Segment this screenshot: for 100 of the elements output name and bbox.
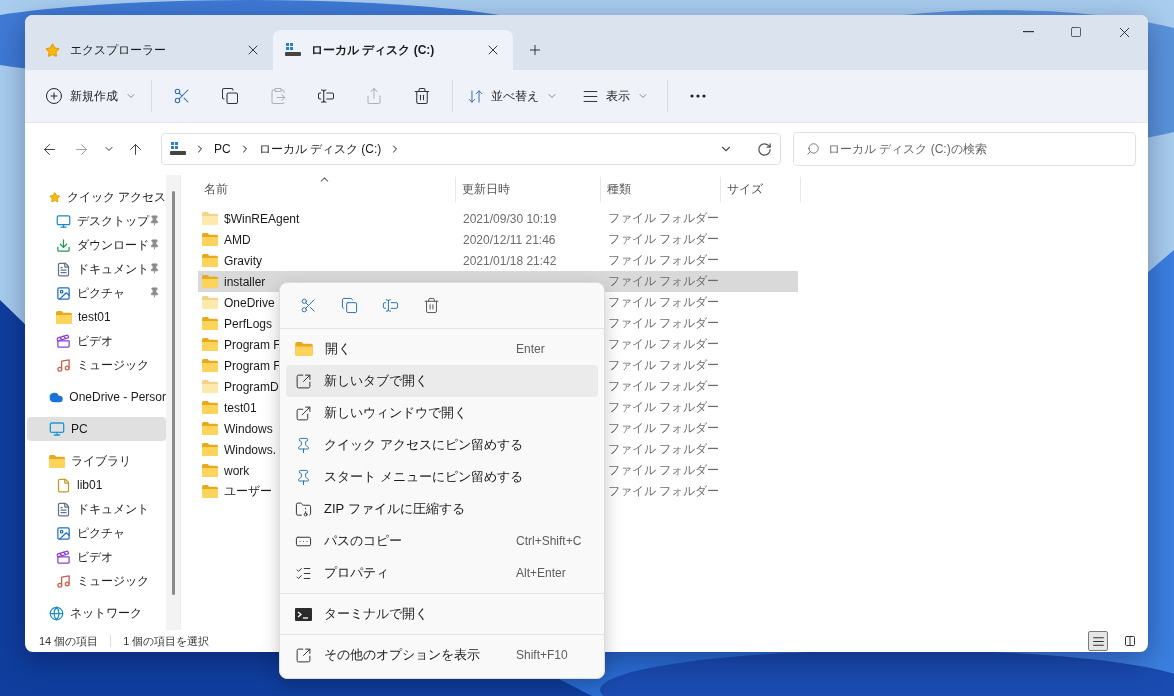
delete-icon <box>413 87 431 105</box>
sidebar-item[interactable]: test01 <box>27 305 166 329</box>
new-window-icon <box>295 404 312 422</box>
file-type: ファイル フォルダー <box>607 420 721 437</box>
sidebar-item[interactable]: デスクトップ <box>27 209 166 233</box>
sidebar-item[interactable]: クイック アクセス <box>27 185 166 209</box>
network-icon <box>49 605 64 621</box>
file-icon <box>56 477 71 493</box>
menu-item[interactable]: その他のオプションを表示 Shift+F10 <box>286 639 598 671</box>
sidebar-item[interactable]: ミュージック <box>27 569 166 593</box>
file-name: PerfLogs <box>224 316 273 331</box>
maximize-icon <box>1070 26 1082 38</box>
menu-item[interactable]: スタート メニューにピン留めする <box>286 461 598 493</box>
sidebar-item[interactable]: ピクチャ <box>27 521 166 545</box>
file-name: Windows. <box>224 442 276 457</box>
star-icon <box>45 42 60 58</box>
picture-icon <box>56 525 71 541</box>
music-icon <box>56 357 71 373</box>
breadcrumb[interactable]: PC <box>214 142 231 156</box>
sidebar-item[interactable]: ビデオ <box>27 329 166 353</box>
column-header[interactable]: 名前 <box>198 177 456 202</box>
share-icon <box>365 87 383 105</box>
file-name: AMD <box>224 232 251 247</box>
column-header[interactable]: 種類 <box>601 177 721 202</box>
sidebar-item[interactable]: ライブラリ <box>27 449 166 473</box>
breadcrumb[interactable]: ローカル ディスク (C:) <box>258 140 382 158</box>
cut-icon <box>173 87 191 105</box>
delete-icon <box>423 297 440 314</box>
drive-icon <box>285 43 301 57</box>
terminal-icon <box>295 607 312 621</box>
menu-item[interactable]: プロパティ Alt+Enter <box>286 557 598 589</box>
file-type: ファイル フォルダー <box>607 252 721 269</box>
menu-item[interactable]: 新しいウィンドウで開く <box>286 397 598 429</box>
file-type: ファイル フォルダー <box>607 441 721 458</box>
scrollbar[interactable] <box>166 175 180 630</box>
sidebar-item[interactable]: ドキュメント <box>27 497 166 521</box>
menu-item[interactable]: クイック アクセスにピン留めする <box>286 429 598 461</box>
sidebar-item[interactable]: ネットワーク <box>27 601 166 625</box>
sidebar-item[interactable]: ダウンロード <box>27 233 166 257</box>
tab[interactable]: エクスプローラー <box>33 30 273 70</box>
menu-item[interactable]: 開く Enter <box>286 333 598 365</box>
sort-button[interactable]: 並べ替え <box>459 78 566 114</box>
shortcut-text: Shift+F10 <box>516 648 569 662</box>
file-name: $WinREAgent <box>224 211 300 226</box>
menu-item[interactable]: 新しいタブで開く <box>286 365 598 397</box>
search-field[interactable]: ローカル ディスク (C:)の検索 <box>793 132 1136 166</box>
lines-icon <box>1091 634 1105 648</box>
modified-date: 2021/01/18 21:42 <box>462 253 558 268</box>
sidebar-item[interactable]: PC <box>27 417 166 441</box>
columns-icon <box>1124 635 1136 647</box>
file-type: ファイル フォルダー <box>607 294 721 311</box>
sidebar-item[interactable]: ミュージック <box>27 353 166 377</box>
menu-item[interactable]: ZIP ファイルに圧縮する <box>286 493 598 525</box>
file-type: ファイル フォルダー <box>607 378 721 395</box>
document-icon <box>56 261 71 277</box>
column-header[interactable]: 更新日時 <box>456 177 601 202</box>
file-type: ファイル フォルダー <box>607 315 721 332</box>
file-name: installer <box>224 274 266 289</box>
item-count: 14 個の項目 <box>39 633 99 649</box>
modified-date: 2021/09/30 10:19 <box>462 211 558 226</box>
star-icon <box>49 189 61 205</box>
pin-icon <box>295 436 312 454</box>
scroll-thumb[interactable] <box>171 191 175 595</box>
pin-icon <box>295 468 312 486</box>
folder-icon <box>295 342 313 356</box>
file-type: ファイル フォルダー <box>607 231 721 248</box>
selection-count: 1 個の項目を選択 <box>123 633 210 649</box>
video-icon <box>56 549 71 565</box>
more-icon <box>690 94 706 98</box>
address-bar[interactable]: PC ローカル ディスク (C:) <box>161 133 781 165</box>
plus-circle-icon <box>45 87 63 105</box>
sidebar-item[interactable]: ビデオ <box>27 545 166 569</box>
file-name: ProgramD <box>224 379 279 394</box>
paste-icon <box>269 87 287 105</box>
cut-icon <box>300 297 317 314</box>
file-type: ファイル フォルダー <box>607 210 721 227</box>
folder-icon <box>56 310 72 324</box>
details-view-button[interactable] <box>1088 631 1108 651</box>
file-name: test01 <box>224 400 257 415</box>
more-options-icon <box>295 646 312 664</box>
menu-item[interactable]: パスのコピー Ctrl+Shift+C <box>286 525 598 557</box>
file-type: ファイル フォルダー <box>607 483 721 500</box>
shortcut-text: Alt+Enter <box>516 566 567 580</box>
refresh-icon[interactable] <box>757 141 772 157</box>
column-header[interactable]: サイズ <box>721 177 801 202</box>
tab[interactable]: ローカル ディスク (C:) <box>273 30 513 70</box>
sidebar-item[interactable]: OneDrive - Persor <box>27 385 166 409</box>
rename-icon <box>317 87 335 105</box>
new-button[interactable]: 新規作成 <box>37 78 145 114</box>
modified-date: 2020/12/11 21:46 <box>462 232 557 247</box>
sidebar-item[interactable]: ピクチャ <box>27 281 166 305</box>
menu-item[interactable]: ターミナルで開く <box>286 598 598 630</box>
folder-icon <box>49 454 65 468</box>
sidebar-item[interactable]: ドキュメント <box>27 257 166 281</box>
sidebar-item[interactable]: lib01 <box>27 473 166 497</box>
video-icon <box>56 333 71 349</box>
shortcut-text: Ctrl+Shift+C <box>516 534 583 548</box>
view-button[interactable]: 表示 <box>574 78 657 114</box>
music-icon <box>56 573 71 589</box>
file-name: ユーザー <box>224 483 272 500</box>
